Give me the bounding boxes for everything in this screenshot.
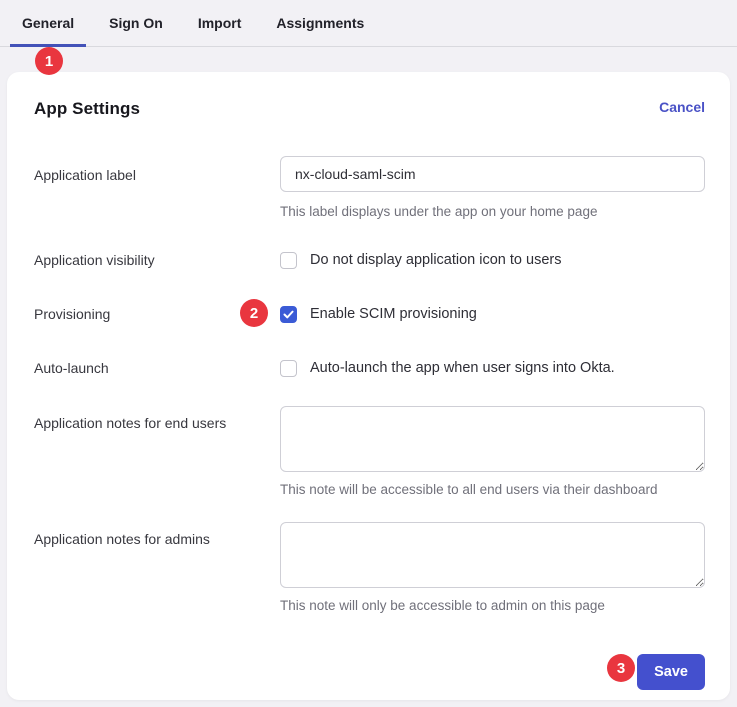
visibility-checkbox-label: Do not display application icon to users <box>310 251 561 269</box>
notes-admins-helper: This note will only be accessible to adm… <box>280 598 705 614</box>
scim-provisioning-checkbox[interactable] <box>280 306 297 323</box>
annotation-badge-3: 3 <box>607 654 635 682</box>
row-application-label: Application label This label displays un… <box>34 156 705 220</box>
save-button[interactable]: Save <box>637 654 705 690</box>
auto-launch-checkbox-label: Auto-launch the app when user signs into… <box>310 359 615 377</box>
notes-end-users-helper: This note will be accessible to all end … <box>280 482 705 498</box>
scim-provisioning-checkbox-label: Enable SCIM provisioning <box>310 305 477 323</box>
tab-assignments[interactable]: Assignments <box>264 0 376 46</box>
notes-end-users-textarea[interactable] <box>280 406 705 472</box>
notes-end-users-label: Application notes for end users <box>34 406 280 498</box>
application-label-helper: This label displays under the app on you… <box>280 204 705 220</box>
tab-bar: General Sign On Import Assignments <box>0 0 737 47</box>
annotation-badge-2: 2 <box>240 299 268 327</box>
row-notes-end-users: Application notes for end users This not… <box>34 406 705 498</box>
app-settings-card: App Settings Cancel Application label Th… <box>7 72 730 700</box>
auto-launch-checkbox[interactable] <box>280 360 297 377</box>
checkmark-icon <box>283 310 294 319</box>
row-application-visibility: Application visibility Do not display ap… <box>34 251 705 269</box>
auto-launch-label: Auto-launch <box>34 359 280 377</box>
application-label-input[interactable] <box>280 156 705 192</box>
tab-sign-on[interactable]: Sign On <box>97 0 175 46</box>
annotation-badge-1: 1 <box>35 47 63 75</box>
notes-admins-textarea[interactable] <box>280 522 705 588</box>
application-label-label: Application label <box>34 156 280 220</box>
tab-import[interactable]: Import <box>186 0 254 46</box>
notes-admins-label: Application notes for admins <box>34 522 280 614</box>
row-auto-launch: Auto-launch Auto-launch the app when use… <box>34 359 705 377</box>
visibility-checkbox[interactable] <box>280 252 297 269</box>
card-header: App Settings Cancel <box>34 98 705 120</box>
save-row: Save <box>34 654 705 690</box>
row-provisioning: Provisioning Enable SCIM provisioning <box>34 305 705 323</box>
application-visibility-label: Application visibility <box>34 251 280 269</box>
cancel-link[interactable]: Cancel <box>659 98 705 116</box>
page-title: App Settings <box>34 98 140 120</box>
row-notes-admins: Application notes for admins This note w… <box>34 522 705 614</box>
tab-general[interactable]: General <box>10 0 86 46</box>
